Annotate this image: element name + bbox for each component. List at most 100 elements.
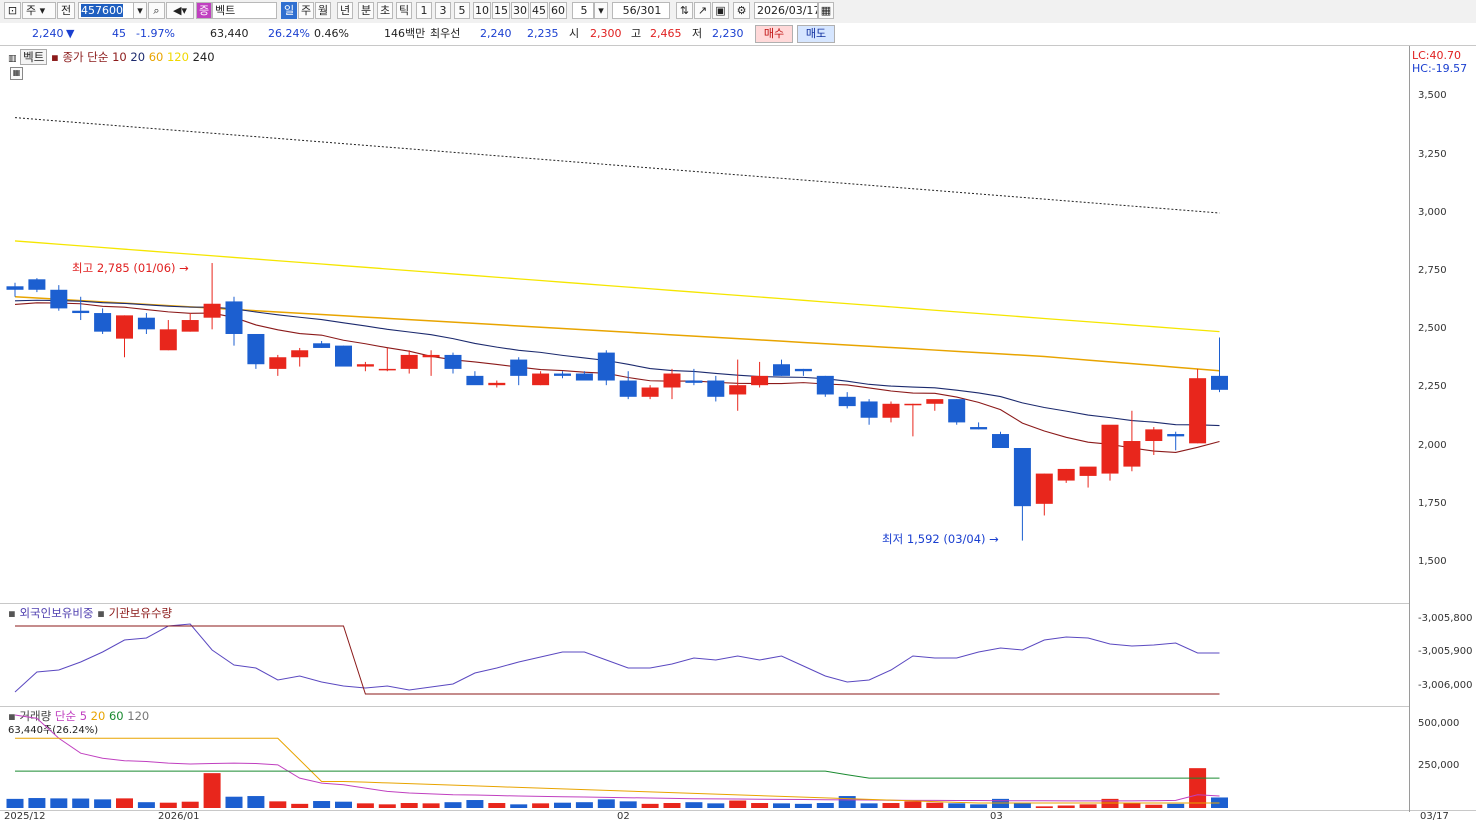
volume-bar xyxy=(948,803,966,808)
y-label: 2,000 xyxy=(1418,440,1447,451)
candle-body xyxy=(619,380,637,397)
ma240-line xyxy=(14,117,1220,214)
candle-body xyxy=(532,373,550,386)
x-label: 02 xyxy=(617,811,630,822)
lc-label: LC:40.70 xyxy=(1412,49,1462,62)
candle-body xyxy=(94,313,112,332)
volume-bar xyxy=(466,800,484,808)
volume-bar xyxy=(335,801,352,808)
y-label: 1,750 xyxy=(1418,498,1447,509)
y-label: 2,750 xyxy=(1418,265,1447,276)
candle-body xyxy=(356,364,374,367)
volume-bar xyxy=(72,798,90,808)
candle-body xyxy=(335,345,352,367)
candle-body xyxy=(269,357,287,369)
volume-bar xyxy=(1145,804,1163,808)
candle-body xyxy=(773,364,790,376)
candle-body xyxy=(554,373,571,376)
volume-bar xyxy=(378,804,396,808)
y-label: 3,250 xyxy=(1418,149,1447,160)
candle-body xyxy=(378,368,396,371)
volume-bar xyxy=(1079,804,1097,808)
volume-bar xyxy=(860,803,878,808)
y-label: 250,000 xyxy=(1418,760,1460,771)
candle-body xyxy=(663,373,681,388)
candle-body xyxy=(444,354,462,369)
volume-bar xyxy=(904,801,922,808)
candle-body xyxy=(313,343,331,348)
volume-bar xyxy=(619,801,637,808)
y-label: 500,000 xyxy=(1418,718,1460,729)
volume-bar xyxy=(729,800,747,808)
candle-body xyxy=(1145,429,1163,442)
candle-body xyxy=(159,329,177,351)
volume-bar xyxy=(203,773,221,808)
candle-body xyxy=(400,354,418,369)
candle-body xyxy=(838,396,856,407)
x-label: 2025/12 xyxy=(4,811,46,822)
volume-bar xyxy=(510,804,528,808)
volume-bar xyxy=(247,796,265,808)
ma120-line xyxy=(14,240,1220,333)
candle-body xyxy=(466,375,484,386)
volume-bar xyxy=(159,802,177,808)
volume-bar xyxy=(269,801,287,808)
volume-bar xyxy=(50,798,68,808)
candle-body xyxy=(970,427,988,430)
volume-bar xyxy=(28,798,46,808)
candle-body xyxy=(707,380,725,397)
x-label: 2026/01 xyxy=(158,811,200,822)
y-label: -3,005,900 xyxy=(1418,646,1473,657)
candle-body xyxy=(1167,434,1185,437)
candle-body xyxy=(641,387,659,397)
volume-bar xyxy=(137,802,155,808)
candle-body xyxy=(181,320,199,332)
volume-bar xyxy=(816,803,834,808)
volume-bar xyxy=(6,798,24,808)
volume-bar xyxy=(970,804,988,808)
candle-body xyxy=(1189,378,1207,444)
volume-bar xyxy=(313,801,331,808)
candle-body xyxy=(1101,424,1119,474)
y-label: 3,500 xyxy=(1418,90,1447,101)
y-label: 1,500 xyxy=(1418,556,1447,567)
hc-label: HC:-19.57 xyxy=(1412,62,1468,75)
chart-canvas[interactable] xyxy=(0,0,1410,812)
volume-bar xyxy=(444,802,462,808)
candle-body xyxy=(1035,473,1053,504)
candle-body xyxy=(225,301,243,334)
volume-bar xyxy=(926,802,944,808)
volume-bar xyxy=(532,803,550,808)
volume-bar xyxy=(882,803,900,808)
y-label: 2,250 xyxy=(1418,381,1447,392)
candle-body xyxy=(50,289,68,309)
candle-body xyxy=(291,350,309,358)
candle-body xyxy=(1013,447,1031,507)
volume-bar xyxy=(751,803,769,808)
candle-body xyxy=(948,399,966,423)
volume-bar xyxy=(356,803,374,808)
candle-body xyxy=(1057,468,1075,481)
candle-body xyxy=(28,279,46,290)
candle-body xyxy=(882,403,900,418)
candle-body xyxy=(422,354,440,358)
candle-body xyxy=(488,382,506,386)
candle-body xyxy=(816,375,834,395)
candle-body xyxy=(72,310,90,314)
candle-body xyxy=(794,368,812,372)
y-label: 3,000 xyxy=(1418,207,1447,218)
candle-body xyxy=(247,333,265,365)
volume-bar xyxy=(794,803,812,808)
volume-bar xyxy=(597,799,615,808)
volume-bar xyxy=(291,803,309,808)
volume-bar xyxy=(663,803,681,808)
candle-body xyxy=(685,380,703,383)
candle-body xyxy=(203,303,221,318)
volume-bar xyxy=(554,802,571,808)
volume-bar xyxy=(1189,768,1207,808)
candle-body xyxy=(1123,441,1141,467)
volume-bar xyxy=(488,803,506,808)
y-label: -3,006,000 xyxy=(1418,680,1473,691)
foreign-ratio-line xyxy=(14,623,1220,693)
volume-bar xyxy=(94,799,112,808)
